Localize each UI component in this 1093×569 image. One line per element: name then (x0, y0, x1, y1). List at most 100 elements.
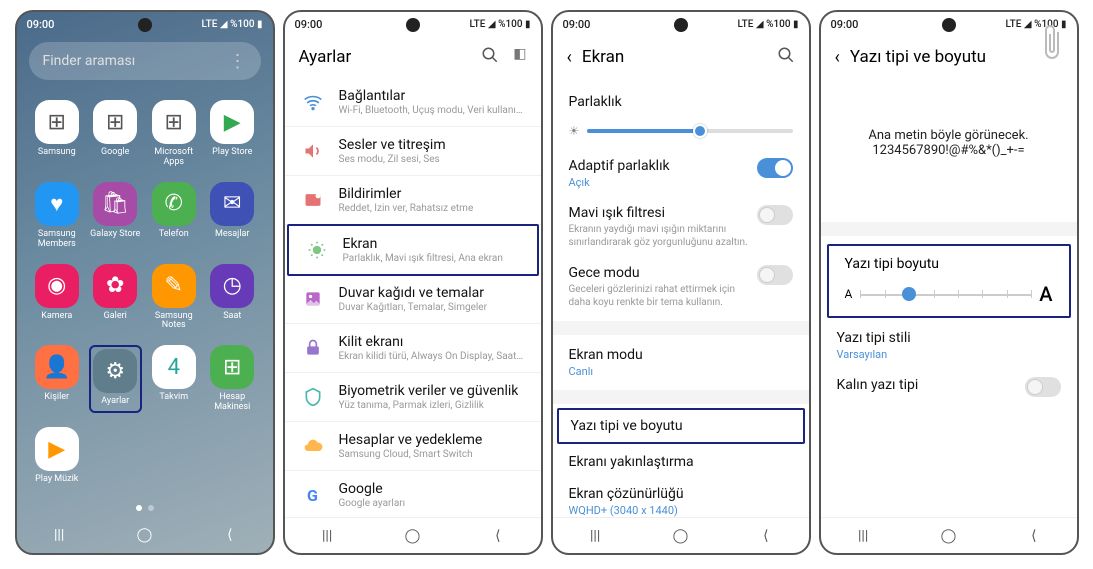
settings-list: Bağlantılar Wi-Fi, Bluetooth, Uçuş modu,… (285, 78, 541, 517)
resolution-item[interactable]: Ekran çözünürlüğü WQHD+ (3040 x 1440) (553, 478, 809, 517)
camera-notch (138, 18, 152, 32)
screen-mode-value: Canlı (569, 365, 643, 378)
app-label: Google (101, 148, 129, 158)
display-item-adaptif-parlaklık[interactable]: Adaptif parlaklık Açık (553, 150, 809, 197)
bold-font-item[interactable]: Kalın yazı tipi (821, 369, 1077, 405)
item-subtitle: Yüz tanıma, Parmak izleri, Gizlilik (339, 400, 519, 411)
app-samsung-members[interactable]: ♥ Samsung Members (31, 182, 84, 250)
item-subtitle: Wi-Fi, Bluetooth, Uçuş modu, Veri kullan… (339, 105, 525, 116)
settings-item-sesler-ve-titreşim[interactable]: Sesler ve titreşim Ses modu, Zil sesi, S… (285, 127, 541, 176)
nav-bar: ||| ◯ ⟨ (821, 517, 1077, 553)
app-label: Samsung Members (31, 230, 84, 250)
phone-settings-list: 09:00 LTE ◢ %100 ▮ Ayarlar ◧ Bağlantılar… (283, 10, 543, 555)
app-play-store[interactable]: ▶ Play Store (206, 100, 259, 168)
item-toggle[interactable] (757, 158, 793, 178)
settings-item-google[interactable]: G Google Google ayarları (285, 471, 541, 517)
nav-home[interactable]: ◯ (660, 528, 700, 544)
back-icon[interactable]: ‹ (567, 47, 572, 68)
app-icon: ⊞ (35, 100, 79, 144)
app-icon: ◉ (35, 264, 79, 308)
font-style-label: Yazı tipi stili (837, 330, 911, 346)
app-kişiler[interactable]: 👤 Kişiler (31, 345, 84, 413)
app-label: Play Müzik (35, 475, 78, 485)
nav-recents[interactable]: ||| (307, 528, 347, 544)
item-title: Mavi ışık filtresi (569, 205, 749, 221)
display-item-gece-modu[interactable]: Gece modu Geceleri gözlerinizi rahat ett… (553, 257, 809, 317)
page-indicator (17, 505, 273, 511)
app-takvim[interactable]: 4 Takvim (148, 345, 201, 413)
finder-search[interactable]: Finder araması ⋮ (29, 42, 261, 80)
resolution-value: WQHD+ (3040 x 1440) (569, 504, 684, 517)
bold-font-toggle[interactable] (1025, 377, 1061, 397)
app-label: Telefon (159, 230, 189, 240)
app-label: Mesajlar (215, 230, 249, 240)
settings-item-kilit-ekranı[interactable]: Kilit ekranı Ekran kilidi türü, Always O… (285, 324, 541, 373)
settings-item-biyometrik-veriler-ve-güvenlik[interactable]: Biyometrik veriler ve güvenlik Yüz tanım… (285, 373, 541, 422)
finder-placeholder: Finder araması (43, 53, 136, 69)
settings-item-ekran[interactable]: Ekran Parlaklık, Mavi ışık filtresi, Ana… (287, 224, 539, 276)
nav-recents[interactable]: ||| (575, 528, 615, 544)
display-item-mavi-ışık-filtresi[interactable]: Mavi ışık filtresi Ekranın yaydığı mavi … (553, 197, 809, 257)
finder-more-icon[interactable]: ⋮ (229, 51, 247, 72)
screen-mode-title: Ekran modu (569, 347, 643, 363)
app-saat[interactable]: ◷ Saat (206, 264, 259, 332)
app-label: Kamera (41, 312, 72, 322)
app-mesajlar[interactable]: ✉ Mesajlar (206, 182, 259, 250)
settings-item-bağlantılar[interactable]: Bağlantılar Wi-Fi, Bluetooth, Uçuş modu,… (285, 78, 541, 127)
app-icon: ⊞ (210, 345, 254, 389)
page-title: Ekran (582, 47, 624, 67)
settings-item-duvar-kağıdı-ve-temalar[interactable]: Duvar kağıdı ve temalar Duvar Kağıtları,… (285, 275, 541, 324)
account-icon[interactable]: ◧ (513, 46, 526, 69)
screen-mode-item[interactable]: Ekran modu Canlı (553, 339, 809, 386)
status-time: 09:00 (563, 18, 591, 31)
app-galaxy-store[interactable]: 🛍 Galaxy Store (89, 182, 142, 250)
search-icon[interactable] (481, 46, 499, 69)
app-label: Ayarlar (101, 397, 129, 407)
nav-home[interactable]: ◯ (928, 528, 968, 544)
app-ayarlar[interactable]: ⚙ Ayarlar (89, 345, 142, 413)
font-size-thumb[interactable] (902, 287, 916, 301)
nav-home[interactable]: ◯ (392, 528, 432, 544)
item-title: Ekran (343, 236, 503, 252)
cloud-icon (301, 434, 325, 458)
google-icon: G (301, 483, 325, 507)
settings-item-bildirimler[interactable]: Bildirimler Reddet, İzin ver, Rahatsız e… (285, 176, 541, 225)
bold-font-label: Kalın yazı tipi (837, 377, 919, 393)
app-samsung[interactable]: ⊞ Samsung (31, 100, 84, 168)
back-icon[interactable]: ‹ (835, 47, 840, 68)
app-icon: ✉ (210, 182, 254, 226)
brightness-slider[interactable] (587, 129, 792, 133)
nav-back[interactable]: ⟨ (1014, 528, 1054, 544)
app-telefon[interactable]: ✆ Telefon (148, 182, 201, 250)
zoom-item[interactable]: Ekranı yakınlaştırma (553, 446, 809, 478)
app-label: Saat (223, 312, 241, 322)
settings-item-hesaplar-ve-yedekleme[interactable]: Hesaplar ve yedekleme Samsung Cloud, Sma… (285, 422, 541, 471)
wall-icon (301, 287, 325, 311)
nav-recents[interactable]: ||| (843, 528, 883, 544)
nav-recents[interactable]: ||| (39, 527, 79, 543)
app-samsung-notes[interactable]: ✎ Samsung Notes (148, 264, 201, 332)
app-play-müzik[interactable]: ▶ Play Müzik (31, 427, 84, 485)
font-style-value: Varsayılan (837, 348, 911, 361)
app-google[interactable]: ⊞ Google (89, 100, 142, 168)
app-galeri[interactable]: ✿ Galeri (89, 264, 142, 332)
app-label: Play Store (212, 148, 252, 158)
search-icon[interactable] (777, 46, 795, 69)
display-icon (305, 238, 329, 262)
item-toggle[interactable] (757, 265, 793, 285)
font-item[interactable]: Yazı tipi ve boyutu (557, 408, 805, 444)
app-microsoft-apps[interactable]: ⊞ Microsoft Apps (148, 100, 201, 168)
nav-back[interactable]: ⟨ (746, 528, 786, 544)
item-toggle[interactable] (757, 205, 793, 225)
font-style-item[interactable]: Yazı tipi stili Varsayılan (821, 322, 1077, 369)
nav-back[interactable]: ⟨ (210, 527, 250, 543)
camera-notch (406, 18, 420, 32)
nav-home[interactable]: ◯ (124, 527, 164, 543)
item-title: Gece modu (569, 265, 749, 281)
app-hesap-makinesi[interactable]: ⊞ Hesap Makinesi (206, 345, 259, 413)
nav-back[interactable]: ⟨ (478, 528, 518, 544)
font-size-slider[interactable] (860, 284, 1031, 304)
item-title: Biyometrik veriler ve güvenlik (339, 383, 519, 399)
item-subtitle: Reddet, İzin ver, Rahatsız etme (339, 203, 474, 214)
app-kamera[interactable]: ◉ Kamera (31, 264, 84, 332)
